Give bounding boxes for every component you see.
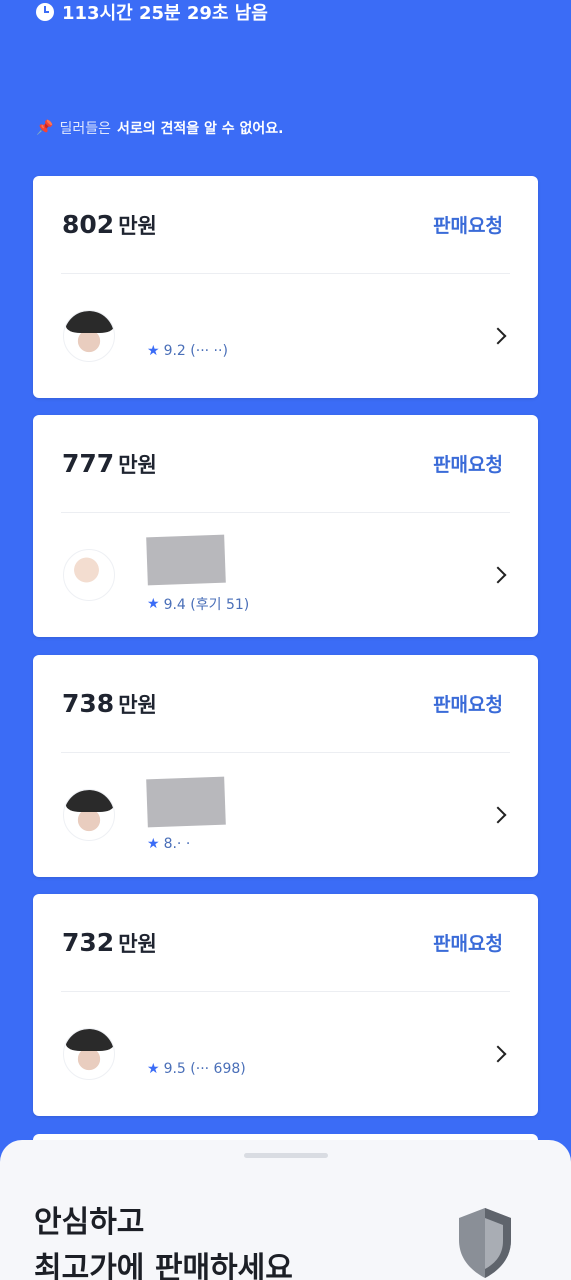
sheet-title-line2: 최고가에 판매하세요 [34,1251,293,1280]
offer-card: 732 만원 판매요청 ★ 9.5 (··· 698) [33,894,538,1116]
privacy-notice: 📌 딜러들은 서로의 견적을 알 수 없어요. [36,118,283,138]
rating-text: 9.5 (··· 698) [163,1061,246,1077]
star-icon: ★ [147,1061,160,1077]
price-unit: 만원 [118,692,157,717]
clock-icon [36,3,54,21]
chevron-right-icon[interactable] [489,566,507,584]
dealer-avatar [63,1028,115,1080]
sheet-title-line1: 안심하고 [34,1205,145,1240]
star-icon: ★ [147,343,160,359]
price-unit: 만원 [118,452,157,477]
notice-prefix: 딜러들은 [59,121,111,137]
dealer-rating: ★ 8.· · [147,836,225,852]
price-unit: 만원 [118,213,157,238]
price-unit: 만원 [118,931,157,956]
sell-request-button[interactable]: 판매요청 [433,929,503,956]
sell-request-button[interactable]: 판매요청 [433,211,503,238]
sheet-title: 안심하고 최고가에 판매하세요 [34,1200,293,1280]
rating-text: 8.· · [163,836,191,852]
bottom-sheet[interactable]: 안심하고 최고가에 판매하세요 [0,1140,571,1280]
chevron-right-icon[interactable] [489,1045,507,1063]
dealer-rating: ★ 9.5 (··· 698) [147,1061,246,1077]
price-value: 802 [62,209,115,239]
shield-icon [459,1208,511,1278]
dealer-rating: ★ 9.2 (··· ··) [147,343,228,359]
dealer-row[interactable]: ★ 9.4 (후기 51) [33,513,538,637]
sell-request-button[interactable]: 판매요청 [433,690,503,717]
offer-price: 738 만원 [62,689,157,719]
offer-card: 777 만원 판매요청 ★ 9.4 (후기 51) [33,415,538,637]
offer-price: 802 만원 [62,210,157,240]
timer-text: 113시간 25분 29초 남음 [62,3,268,24]
dealer-name-redacted [147,313,228,333]
dealer-row[interactable]: ★ 9.2 (··· ··) [33,274,538,398]
rating-text: 9.4 (후기 51) [163,597,250,613]
dealer-avatar [63,549,115,601]
chevron-right-icon[interactable] [489,327,507,345]
sell-request-button[interactable]: 판매요청 [433,450,503,477]
dealer-row[interactable]: ★ 8.· · [33,753,538,877]
price-value: 732 [62,927,115,957]
chevron-right-icon[interactable] [489,806,507,824]
dealer-name-redacted [146,776,226,828]
dealer-avatar [63,789,115,841]
price-value: 777 [62,448,115,478]
dealer-name-redacted [146,534,226,586]
offer-card: 738 만원 판매요청 ★ 8.· · [33,655,538,877]
remaining-time: 113시간 25분 29초 남음 [36,0,268,24]
sheet-drag-handle[interactable] [244,1153,328,1158]
star-icon: ★ [147,836,160,852]
dealer-rating: ★ 9.4 (후기 51) [147,594,249,614]
notice-emphasis: 서로의 견적을 알 수 없어요. [116,121,284,137]
price-value: 738 [62,688,115,718]
rating-text: 9.2 (··· ··) [163,343,228,359]
pin-icon: 📌 [36,120,54,136]
star-icon: ★ [147,596,160,612]
offer-price: 732 만원 [62,928,157,958]
offer-card: 802 만원 판매요청 ★ 9.2 (··· ··) [33,176,538,398]
dealer-row[interactable]: ★ 9.5 (··· 698) [33,992,538,1116]
dealer-name-redacted [147,1031,246,1051]
offer-price: 777 만원 [62,449,157,479]
dealer-avatar [63,310,115,362]
